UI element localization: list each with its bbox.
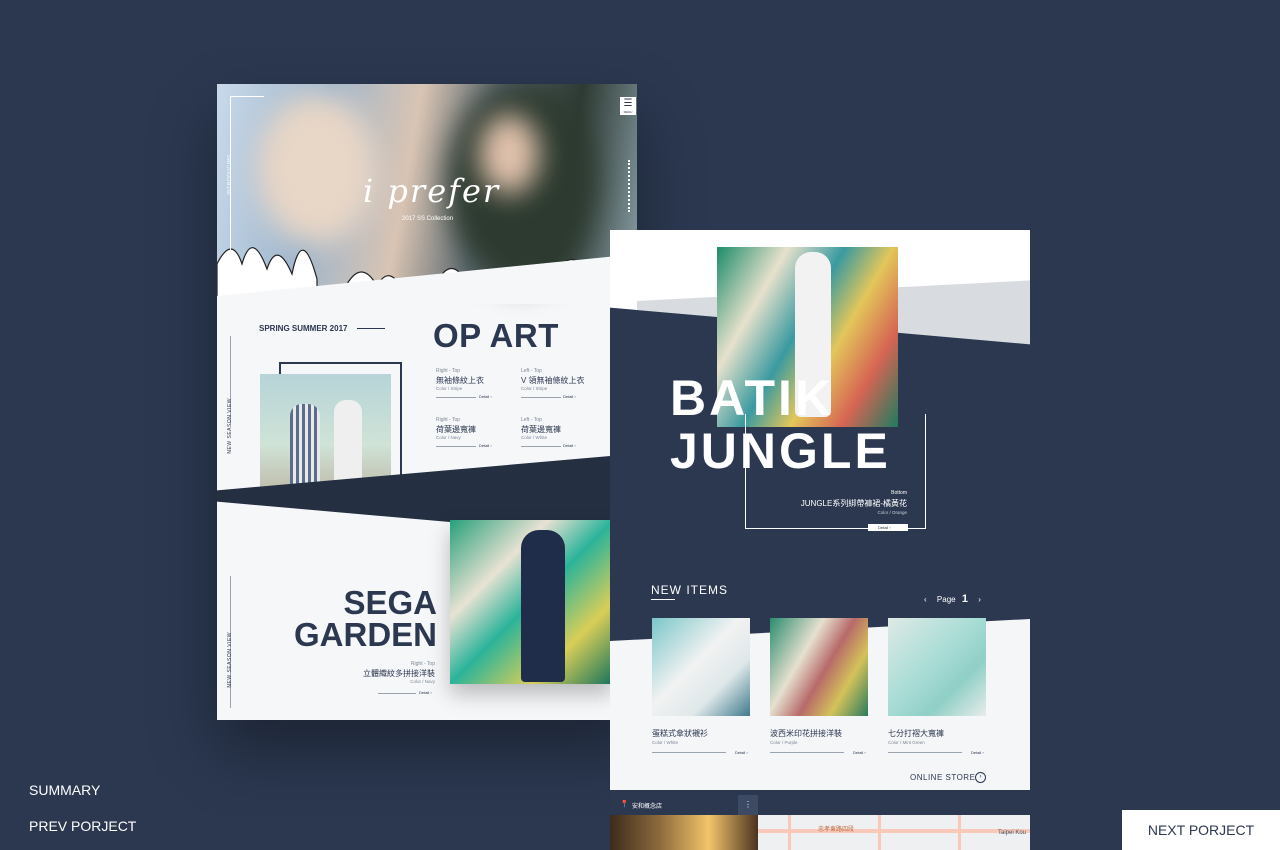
product-color: Color / Navy bbox=[436, 435, 461, 440]
product-divider bbox=[436, 397, 476, 398]
product-color: Color / Stripe bbox=[436, 386, 463, 391]
season-label: SPRING SUMMER 2017 bbox=[259, 324, 348, 333]
sega-product-color: Color / Navy bbox=[410, 679, 435, 684]
intro-side-label: INTRODUCING bbox=[227, 154, 233, 195]
item-name[interactable]: 七分打褶大寬褲 bbox=[888, 728, 944, 739]
item-divider bbox=[888, 752, 962, 753]
season-side-label: NEW SEASON VIEW bbox=[227, 632, 233, 688]
product-color: Color / Stripe bbox=[521, 386, 548, 391]
arrow-right-icon[interactable]: › bbox=[975, 772, 986, 783]
item-photo[interactable] bbox=[770, 618, 868, 716]
item-name[interactable]: 波西米印花拼接洋裝 bbox=[770, 728, 842, 739]
sega-title-line1: SEGA bbox=[343, 584, 437, 621]
sega-product-name[interactable]: 立體織紋多拼接洋裝 bbox=[337, 668, 435, 679]
brand-logo: i prefer bbox=[363, 172, 501, 210]
product-name[interactable]: 荷葉邊寬褲 bbox=[436, 424, 476, 435]
map-street-label: 忠孝東路四段 bbox=[818, 827, 855, 833]
sega-product-category: Right - Top bbox=[410, 661, 435, 667]
item-detail-link[interactable]: Detail › bbox=[735, 750, 748, 755]
next-page-icon[interactable]: › bbox=[978, 595, 981, 604]
navy-dress-figure bbox=[521, 530, 565, 682]
sega-garden-title: SEGA GARDEN bbox=[287, 584, 437, 653]
leaf-pattern-graphic bbox=[217, 247, 637, 304]
summary-link[interactable]: SUMMARY bbox=[29, 782, 100, 798]
item-color: Color / White bbox=[652, 740, 679, 745]
feature-product-name[interactable]: JUNGLE系列綁帶褲裙-橘黃花 bbox=[767, 498, 907, 509]
right-mockup: BATIK JUNGLE Bottom JUNGLE系列綁帶褲裙-橘黃花 Col… bbox=[610, 230, 1030, 850]
section-dots-nav[interactable] bbox=[628, 160, 630, 212]
product-category: Right - Top bbox=[436, 368, 461, 374]
product-detail-link[interactable]: Detail › bbox=[479, 443, 492, 448]
next-project-button[interactable]: NEXT PORJECT bbox=[1122, 810, 1280, 850]
feature-detail-button[interactable]: Detail › bbox=[868, 524, 908, 531]
prev-page-icon[interactable]: ‹ bbox=[924, 595, 927, 604]
sega-divider bbox=[378, 693, 416, 694]
item-color: Color / Purple bbox=[770, 740, 798, 745]
item-detail-link[interactable]: Detail › bbox=[853, 750, 866, 755]
hero-subtitle: 2017 SS Collection bbox=[402, 216, 454, 222]
hero-image: i prefer 2017 SS Collection ☰ MENU INTRO… bbox=[217, 84, 637, 304]
opart-title: OP ART bbox=[433, 317, 559, 354]
store-photo bbox=[610, 815, 758, 850]
page-number: 1 bbox=[961, 593, 968, 605]
product-detail-link[interactable]: Detail › bbox=[479, 394, 492, 399]
store-map[interactable]: 忠孝東路四段 Taipei Kou bbox=[758, 815, 1030, 850]
pagination: ‹ Page 1 › bbox=[924, 593, 981, 605]
feature-product-color: Color / Orange bbox=[877, 510, 907, 515]
product-category: Left - Top bbox=[521, 368, 542, 374]
left-mockup: i prefer 2017 SS Collection ☰ MENU INTRO… bbox=[217, 84, 637, 720]
product-name[interactable]: 荷葉邊寬褲 bbox=[521, 424, 561, 435]
new-items-heading: NEW ITEMS bbox=[651, 583, 728, 597]
feature-category: Bottom bbox=[891, 490, 907, 496]
product-detail-link[interactable]: Detail › bbox=[563, 443, 576, 448]
page-label: Page bbox=[936, 595, 956, 604]
item-divider bbox=[652, 752, 726, 753]
season-side-label: NEW SEASON VIEW bbox=[227, 398, 233, 454]
product-category: Left - Top bbox=[521, 417, 542, 423]
online-store-link[interactable]: ONLINE STORE bbox=[910, 773, 975, 782]
product-detail-link[interactable]: Detail › bbox=[563, 394, 576, 399]
product-color: Color / White bbox=[521, 435, 548, 440]
item-photo[interactable] bbox=[652, 618, 750, 716]
store-name: 安和概念店 bbox=[632, 804, 663, 810]
product-category: Right - Top bbox=[436, 417, 461, 423]
new-items-underline bbox=[651, 599, 675, 600]
menu-button[interactable]: ☰ MENU bbox=[620, 97, 636, 115]
item-name[interactable]: 蛋糕式傘狀襯衫 bbox=[652, 728, 708, 739]
more-options-icon[interactable]: ⋮ bbox=[738, 795, 758, 815]
season-divider bbox=[357, 328, 385, 329]
sega-detail-link[interactable]: Detail › bbox=[419, 690, 432, 695]
item-detail-link[interactable]: Detail › bbox=[971, 750, 984, 755]
prev-project-link[interactable]: PREV PORJECT bbox=[29, 818, 136, 834]
product-name[interactable]: V 領無袖條紋上衣 bbox=[521, 375, 585, 386]
item-divider bbox=[770, 752, 844, 753]
menu-label: MENU bbox=[623, 110, 633, 114]
sega-title-line2: GARDEN bbox=[293, 616, 437, 653]
hamburger-icon: ☰ bbox=[623, 98, 633, 109]
item-photo[interactable] bbox=[888, 618, 986, 716]
product-divider bbox=[436, 446, 476, 447]
product-name[interactable]: 無袖條紋上衣 bbox=[436, 375, 484, 386]
product-divider bbox=[521, 397, 561, 398]
item-color: Color / Mint Green bbox=[888, 740, 925, 745]
intro-divider-h bbox=[230, 96, 264, 97]
product-divider bbox=[521, 446, 561, 447]
location-pin-icon: 📍 bbox=[620, 801, 629, 808]
map-city-label: Taipei Kou bbox=[998, 830, 1027, 836]
